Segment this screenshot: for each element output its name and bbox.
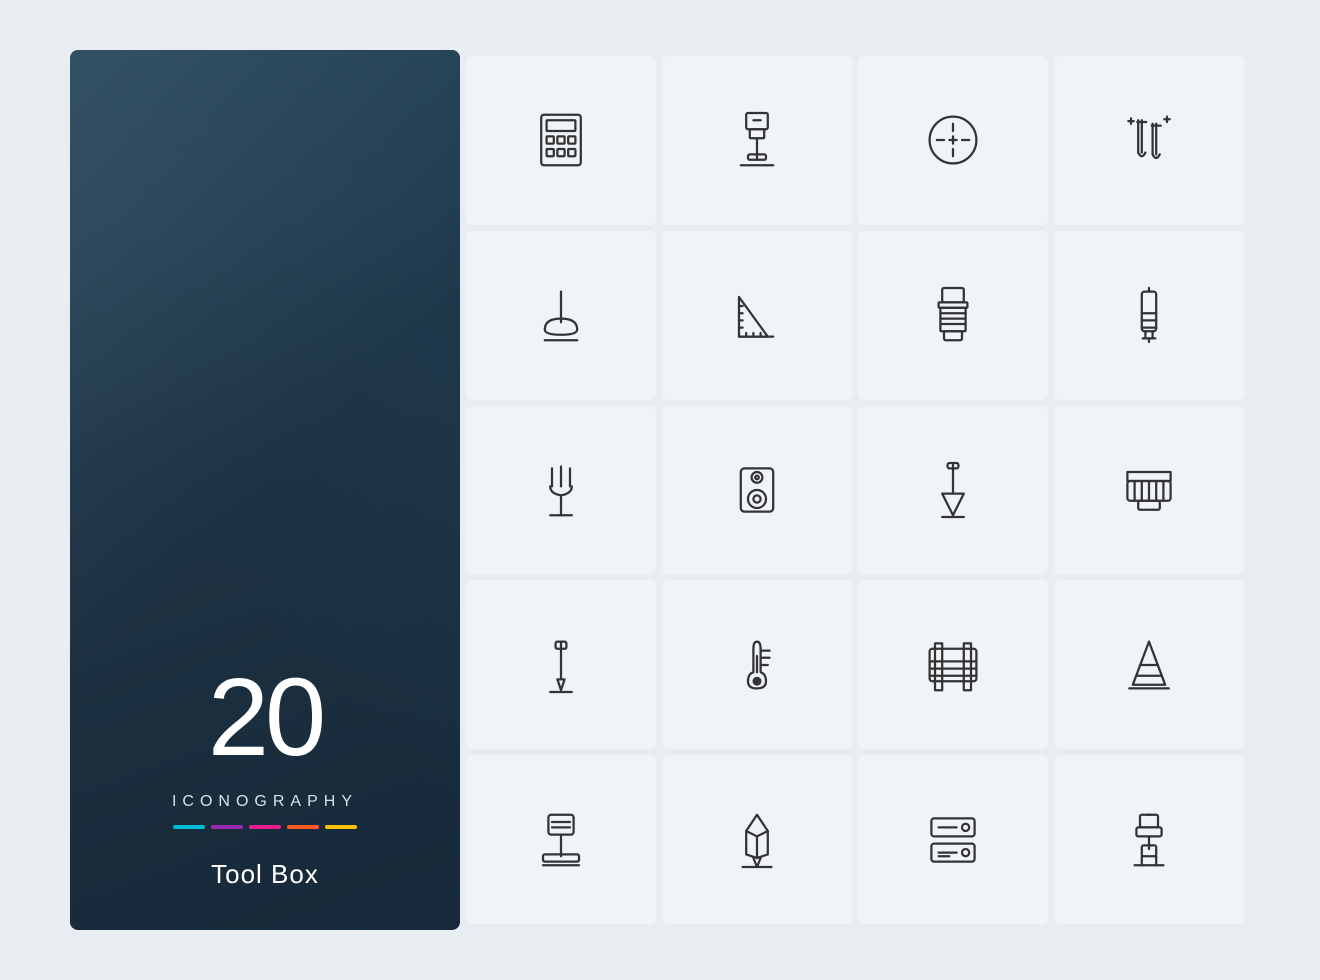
number-display: 20: [110, 663, 420, 773]
speaker-icon-cell: [662, 406, 852, 575]
traffic-cone-icon-cell: [1054, 580, 1244, 749]
color-bar-purple: [211, 825, 243, 829]
pen-tool-icon: [721, 804, 793, 876]
left-panel: 20 ICONOGRAPHY Tool Box: [70, 50, 460, 930]
tuner-icon: [917, 104, 989, 176]
paint-brush-icon: [1113, 454, 1185, 526]
color-bar-yellow: [325, 825, 357, 829]
syringe-icon: [1113, 279, 1185, 351]
bolt-icon: [917, 279, 989, 351]
soldering-iron-icon: [525, 629, 597, 701]
plumb-bob-icon-cell: [858, 406, 1048, 575]
main-container: 20 ICONOGRAPHY Tool Box: [70, 50, 1250, 930]
traffic-cone-icon: [1113, 629, 1185, 701]
icon-grid: [460, 50, 1250, 930]
left-panel-content: 20 ICONOGRAPHY Tool Box: [110, 663, 420, 890]
calculator-icon: [525, 104, 597, 176]
color-bar-pink: [249, 825, 281, 829]
color-bar-orange: [287, 825, 319, 829]
drill-press-icon: [721, 104, 793, 176]
set-square-icon: [721, 279, 793, 351]
paint-brush-icon-cell: [1054, 406, 1244, 575]
bolt-icon-cell: [858, 231, 1048, 400]
tool-box-title: Tool Box: [110, 859, 420, 890]
syringe-icon-cell: [1054, 231, 1244, 400]
test-tubes-icon-cell: [1054, 56, 1244, 225]
garden-fork-icon: [525, 454, 597, 526]
thermometer-icon: [721, 629, 793, 701]
color-bars: [110, 825, 420, 829]
garden-fork-icon-cell: [466, 406, 656, 575]
drill-press-icon-cell: [662, 56, 852, 225]
plunger-icon-cell: [466, 231, 656, 400]
milling-machine-icon: [1113, 804, 1185, 876]
iconography-label: ICONOGRAPHY: [110, 793, 420, 811]
cable-reel-icon-cell: [858, 580, 1048, 749]
set-square-icon-cell: [662, 231, 852, 400]
plunger-icon: [525, 279, 597, 351]
soldering-iron-icon-cell: [466, 580, 656, 749]
tuner-icon-cell: [858, 56, 1048, 225]
server-icon-cell: [858, 755, 1048, 924]
color-bar-cyan: [173, 825, 205, 829]
podium-icon: [525, 804, 597, 876]
test-tubes-icon: [1113, 104, 1185, 176]
server-icon: [917, 804, 989, 876]
thermometer-icon-cell: [662, 580, 852, 749]
speaker-icon: [721, 454, 793, 526]
plumb-bob-icon: [917, 454, 989, 526]
podium-icon-cell: [466, 755, 656, 924]
pen-tool-icon-cell: [662, 755, 852, 924]
calculator-icon-cell: [466, 56, 656, 225]
milling-machine-icon-cell: [1054, 755, 1244, 924]
cable-reel-icon: [917, 629, 989, 701]
